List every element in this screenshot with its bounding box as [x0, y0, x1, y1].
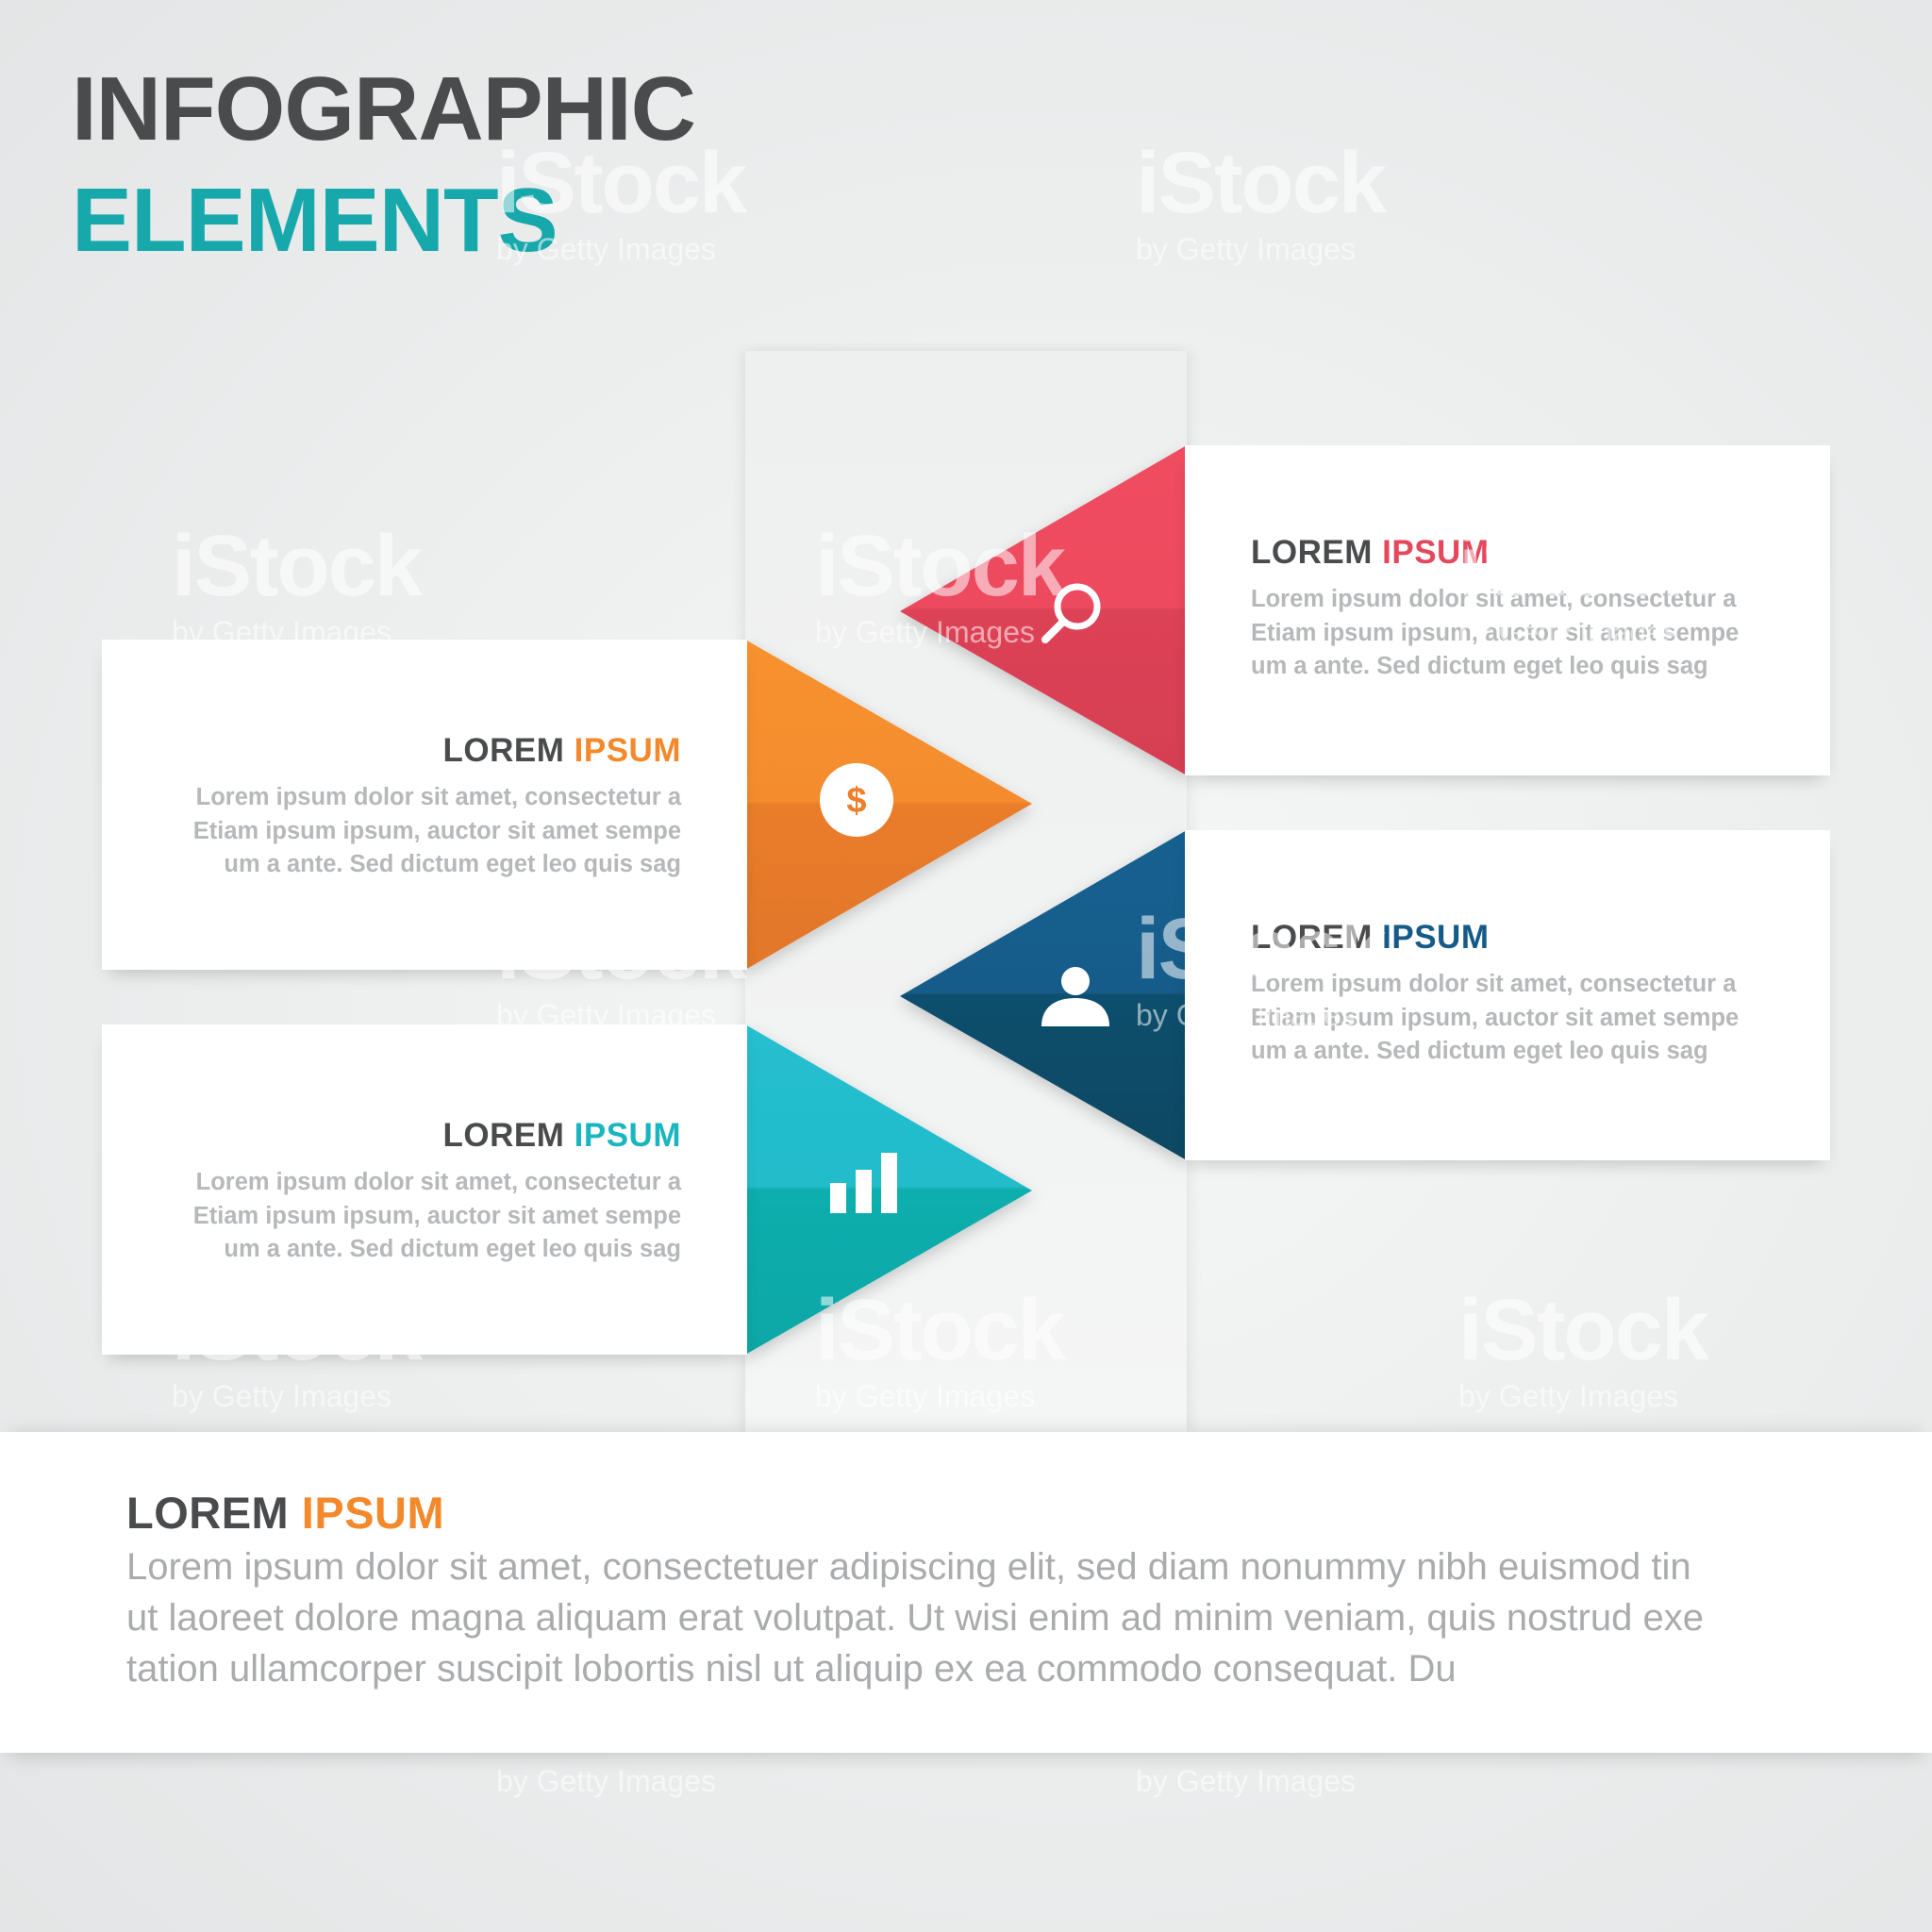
dollar-coin-icon: $ — [820, 763, 893, 837]
card-body-text: Lorem ipsum dolor sit amet, consectetur … — [1251, 971, 1740, 1064]
card-title-dark: LOREM — [1251, 919, 1373, 956]
bottom-body-text: Lorem ipsum dolor sit amet, consectetuer… — [126, 1546, 1704, 1690]
bottom-text-panel: LOREM IPSUM Lorem ipsum dolor sit amet, … — [0, 1432, 1932, 1753]
card-title: LOREM IPSUM — [1251, 921, 1489, 954]
svg-text:$: $ — [846, 781, 866, 821]
card-title-dark: LOREM — [1251, 534, 1373, 571]
user-icon — [1041, 967, 1109, 1026]
card-title-accent: IPSUM — [1382, 534, 1490, 571]
step-card-orange: LOREM IPSUM Lorem ipsum dolor sit amet, … — [102, 640, 747, 970]
step-card-blue: LOREM IPSUM Lorem ipsum dolor sit amet, … — [1185, 830, 1830, 1160]
magnifier-icon — [1041, 583, 1101, 643]
card-title: LOREM IPSUM — [1251, 536, 1489, 569]
bar-chart-icon — [830, 1153, 897, 1213]
card-title: LOREM IPSUM — [443, 1119, 681, 1152]
card-body-text: Lorem ipsum dolor sit amet, consectetur … — [192, 1169, 681, 1262]
card-body-text: Lorem ipsum dolor sit amet, consectetur … — [192, 784, 681, 877]
bottom-title: LOREM IPSUM — [126, 1491, 444, 1535]
card-body-text: Lorem ipsum dolor sit amet, consectetur … — [1251, 586, 1740, 679]
card-title-accent: IPSUM — [1382, 919, 1490, 956]
bottom-title-dark: LOREM — [126, 1488, 290, 1538]
card-title-dark: LOREM — [442, 732, 565, 769]
step-card-teal: LOREM IPSUM Lorem ipsum dolor sit amet, … — [102, 1024, 747, 1355]
card-title-dark: LOREM — [442, 1117, 565, 1154]
card-title-accent: IPSUM — [574, 1117, 681, 1154]
step-card-red: LOREM IPSUM Lorem ipsum dolor sit amet, … — [1185, 445, 1830, 775]
bottom-title-accent: IPSUM — [301, 1488, 445, 1538]
card-title-accent: IPSUM — [574, 732, 681, 769]
card-title: LOREM IPSUM — [443, 734, 681, 767]
